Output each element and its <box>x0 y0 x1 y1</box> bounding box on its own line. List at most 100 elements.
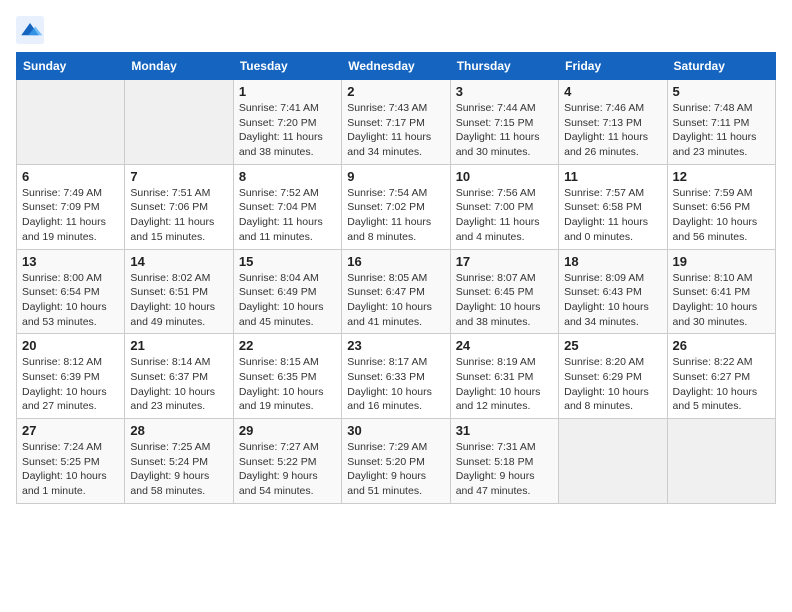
calendar-weekday-saturday: Saturday <box>667 53 775 80</box>
calendar-cell: 7 Sunrise: 7:51 AM Sunset: 7:06 PM Daylig… <box>125 164 233 249</box>
calendar-cell: 24 Sunrise: 8:19 AM Sunset: 6:31 PM Dayli… <box>450 334 558 419</box>
calendar-cell: 29Sunrise: 7:27 AM Sunset: 5:22 PM Dayli… <box>233 419 341 504</box>
day-info: Sunrise: 8:07 AM Sunset: 6:45 PM Dayligh… <box>456 271 553 330</box>
day-number: 29 <box>239 423 336 438</box>
calendar-weekday-wednesday: Wednesday <box>342 53 450 80</box>
day-number: 3 <box>456 84 553 99</box>
day-info: Sunrise: 8:00 AM Sunset: 6:54 PM Dayligh… <box>22 271 119 330</box>
calendar-cell: 14 Sunrise: 8:02 AM Sunset: 6:51 PM Dayli… <box>125 249 233 334</box>
day-info: Sunrise: 7:59 AM Sunset: 6:56 PM Dayligh… <box>673 186 770 245</box>
calendar-cell: 9 Sunrise: 7:54 AM Sunset: 7:02 PM Daylig… <box>342 164 450 249</box>
day-info: Sunrise: 7:52 AM Sunset: 7:04 PM Dayligh… <box>239 186 336 245</box>
calendar-cell: 19Sunrise: 8:10 AM Sunset: 6:41 PM Dayli… <box>667 249 775 334</box>
calendar-cell: 20Sunrise: 8:12 AM Sunset: 6:39 PM Dayli… <box>17 334 125 419</box>
day-info: Sunrise: 8:14 AM Sunset: 6:37 PM Dayligh… <box>130 355 227 414</box>
day-number: 21 <box>130 338 227 353</box>
day-info: Sunrise: 8:17 AM Sunset: 6:33 PM Dayligh… <box>347 355 444 414</box>
day-number: 16 <box>347 254 444 269</box>
day-number: 8 <box>239 169 336 184</box>
day-number: 14 <box>130 254 227 269</box>
day-number: 2 <box>347 84 444 99</box>
calendar-weekday-sunday: Sunday <box>17 53 125 80</box>
day-number: 23 <box>347 338 444 353</box>
day-number: 26 <box>673 338 770 353</box>
day-number: 15 <box>239 254 336 269</box>
day-info: Sunrise: 7:57 AM Sunset: 6:58 PM Dayligh… <box>564 186 661 245</box>
day-number: 5 <box>673 84 770 99</box>
calendar-cell: 18Sunrise: 8:09 AM Sunset: 6:43 PM Dayli… <box>559 249 667 334</box>
calendar-cell <box>125 80 233 165</box>
day-number: 25 <box>564 338 661 353</box>
calendar-week-row: 13Sunrise: 8:00 AM Sunset: 6:54 PM Dayli… <box>17 249 776 334</box>
day-info: Sunrise: 7:25 AM Sunset: 5:24 PM Dayligh… <box>130 440 227 499</box>
calendar-cell: 3 Sunrise: 7:44 AM Sunset: 7:15 PM Daylig… <box>450 80 558 165</box>
calendar-week-row: 20Sunrise: 8:12 AM Sunset: 6:39 PM Dayli… <box>17 334 776 419</box>
logo-icon <box>16 16 44 44</box>
day-info: Sunrise: 8:19 AM Sunset: 6:31 PM Dayligh… <box>456 355 553 414</box>
day-info: Sunrise: 7:43 AM Sunset: 7:17 PM Dayligh… <box>347 101 444 160</box>
calendar-cell: 23 Sunrise: 8:17 AM Sunset: 6:33 PM Dayli… <box>342 334 450 419</box>
calendar-cell: 25 Sunrise: 8:20 AM Sunset: 6:29 PM Dayli… <box>559 334 667 419</box>
day-info: Sunrise: 8:09 AM Sunset: 6:43 PM Dayligh… <box>564 271 661 330</box>
day-info: Sunrise: 8:20 AM Sunset: 6:29 PM Dayligh… <box>564 355 661 414</box>
page-header <box>16 16 776 44</box>
day-number: 31 <box>456 423 553 438</box>
day-number: 4 <box>564 84 661 99</box>
day-info: Sunrise: 7:46 AM Sunset: 7:13 PM Dayligh… <box>564 101 661 160</box>
calendar-week-row: 1Sunrise: 7:41 AM Sunset: 7:20 PM Daylig… <box>17 80 776 165</box>
day-number: 27 <box>22 423 119 438</box>
day-number: 11 <box>564 169 661 184</box>
calendar-cell: 26 Sunrise: 8:22 AM Sunset: 6:27 PM Dayli… <box>667 334 775 419</box>
calendar-cell: 28 Sunrise: 7:25 AM Sunset: 5:24 PM Dayli… <box>125 419 233 504</box>
calendar-table: SundayMondayTuesdayWednesdayThursdayFrid… <box>16 52 776 504</box>
day-info: Sunrise: 8:04 AM Sunset: 6:49 PM Dayligh… <box>239 271 336 330</box>
day-info: Sunrise: 7:48 AM Sunset: 7:11 PM Dayligh… <box>673 101 770 160</box>
calendar-cell <box>667 419 775 504</box>
day-info: Sunrise: 8:15 AM Sunset: 6:35 PM Dayligh… <box>239 355 336 414</box>
calendar-cell: 11 Sunrise: 7:57 AM Sunset: 6:58 PM Dayli… <box>559 164 667 249</box>
day-info: Sunrise: 7:29 AM Sunset: 5:20 PM Dayligh… <box>347 440 444 499</box>
day-info: Sunrise: 7:56 AM Sunset: 7:00 PM Dayligh… <box>456 186 553 245</box>
calendar-cell: 13Sunrise: 8:00 AM Sunset: 6:54 PM Dayli… <box>17 249 125 334</box>
day-info: Sunrise: 7:44 AM Sunset: 7:15 PM Dayligh… <box>456 101 553 160</box>
day-info: Sunrise: 7:49 AM Sunset: 7:09 PM Dayligh… <box>22 186 119 245</box>
calendar-cell: 15 Sunrise: 8:04 AM Sunset: 6:49 PM Dayli… <box>233 249 341 334</box>
day-number: 28 <box>130 423 227 438</box>
day-number: 22 <box>239 338 336 353</box>
calendar-cell <box>559 419 667 504</box>
calendar-cell: 17 Sunrise: 8:07 AM Sunset: 6:45 PM Dayli… <box>450 249 558 334</box>
calendar-header-row: SundayMondayTuesdayWednesdayThursdayFrid… <box>17 53 776 80</box>
calendar-cell: 6 Sunrise: 7:49 AM Sunset: 7:09 PM Daylig… <box>17 164 125 249</box>
calendar-cell: 21 Sunrise: 8:14 AM Sunset: 6:37 PM Dayli… <box>125 334 233 419</box>
calendar-cell: 8 Sunrise: 7:52 AM Sunset: 7:04 PM Daylig… <box>233 164 341 249</box>
day-info: Sunrise: 7:51 AM Sunset: 7:06 PM Dayligh… <box>130 186 227 245</box>
calendar-weekday-friday: Friday <box>559 53 667 80</box>
logo <box>16 16 48 44</box>
day-info: Sunrise: 7:24 AM Sunset: 5:25 PM Dayligh… <box>22 440 119 499</box>
calendar-week-row: 6 Sunrise: 7:49 AM Sunset: 7:09 PM Daylig… <box>17 164 776 249</box>
calendar-cell: 16Sunrise: 8:05 AM Sunset: 6:47 PM Dayli… <box>342 249 450 334</box>
day-info: Sunrise: 7:54 AM Sunset: 7:02 PM Dayligh… <box>347 186 444 245</box>
calendar-cell: 4 Sunrise: 7:46 AM Sunset: 7:13 PM Daylig… <box>559 80 667 165</box>
day-info: Sunrise: 8:02 AM Sunset: 6:51 PM Dayligh… <box>130 271 227 330</box>
calendar-weekday-thursday: Thursday <box>450 53 558 80</box>
calendar-cell: 12 Sunrise: 7:59 AM Sunset: 6:56 PM Dayli… <box>667 164 775 249</box>
day-number: 7 <box>130 169 227 184</box>
calendar-cell: 31 Sunrise: 7:31 AM Sunset: 5:18 PM Dayli… <box>450 419 558 504</box>
calendar-cell <box>17 80 125 165</box>
day-number: 9 <box>347 169 444 184</box>
day-info: Sunrise: 7:31 AM Sunset: 5:18 PM Dayligh… <box>456 440 553 499</box>
calendar-week-row: 27 Sunrise: 7:24 AM Sunset: 5:25 PM Dayli… <box>17 419 776 504</box>
day-number: 17 <box>456 254 553 269</box>
calendar-weekday-tuesday: Tuesday <box>233 53 341 80</box>
calendar-cell: 27 Sunrise: 7:24 AM Sunset: 5:25 PM Dayli… <box>17 419 125 504</box>
day-number: 10 <box>456 169 553 184</box>
day-number: 12 <box>673 169 770 184</box>
day-info: Sunrise: 8:10 AM Sunset: 6:41 PM Dayligh… <box>673 271 770 330</box>
day-info: Sunrise: 8:22 AM Sunset: 6:27 PM Dayligh… <box>673 355 770 414</box>
day-number: 24 <box>456 338 553 353</box>
day-number: 6 <box>22 169 119 184</box>
calendar-cell: 2 Sunrise: 7:43 AM Sunset: 7:17 PM Daylig… <box>342 80 450 165</box>
calendar-cell: 30Sunrise: 7:29 AM Sunset: 5:20 PM Dayli… <box>342 419 450 504</box>
day-number: 20 <box>22 338 119 353</box>
